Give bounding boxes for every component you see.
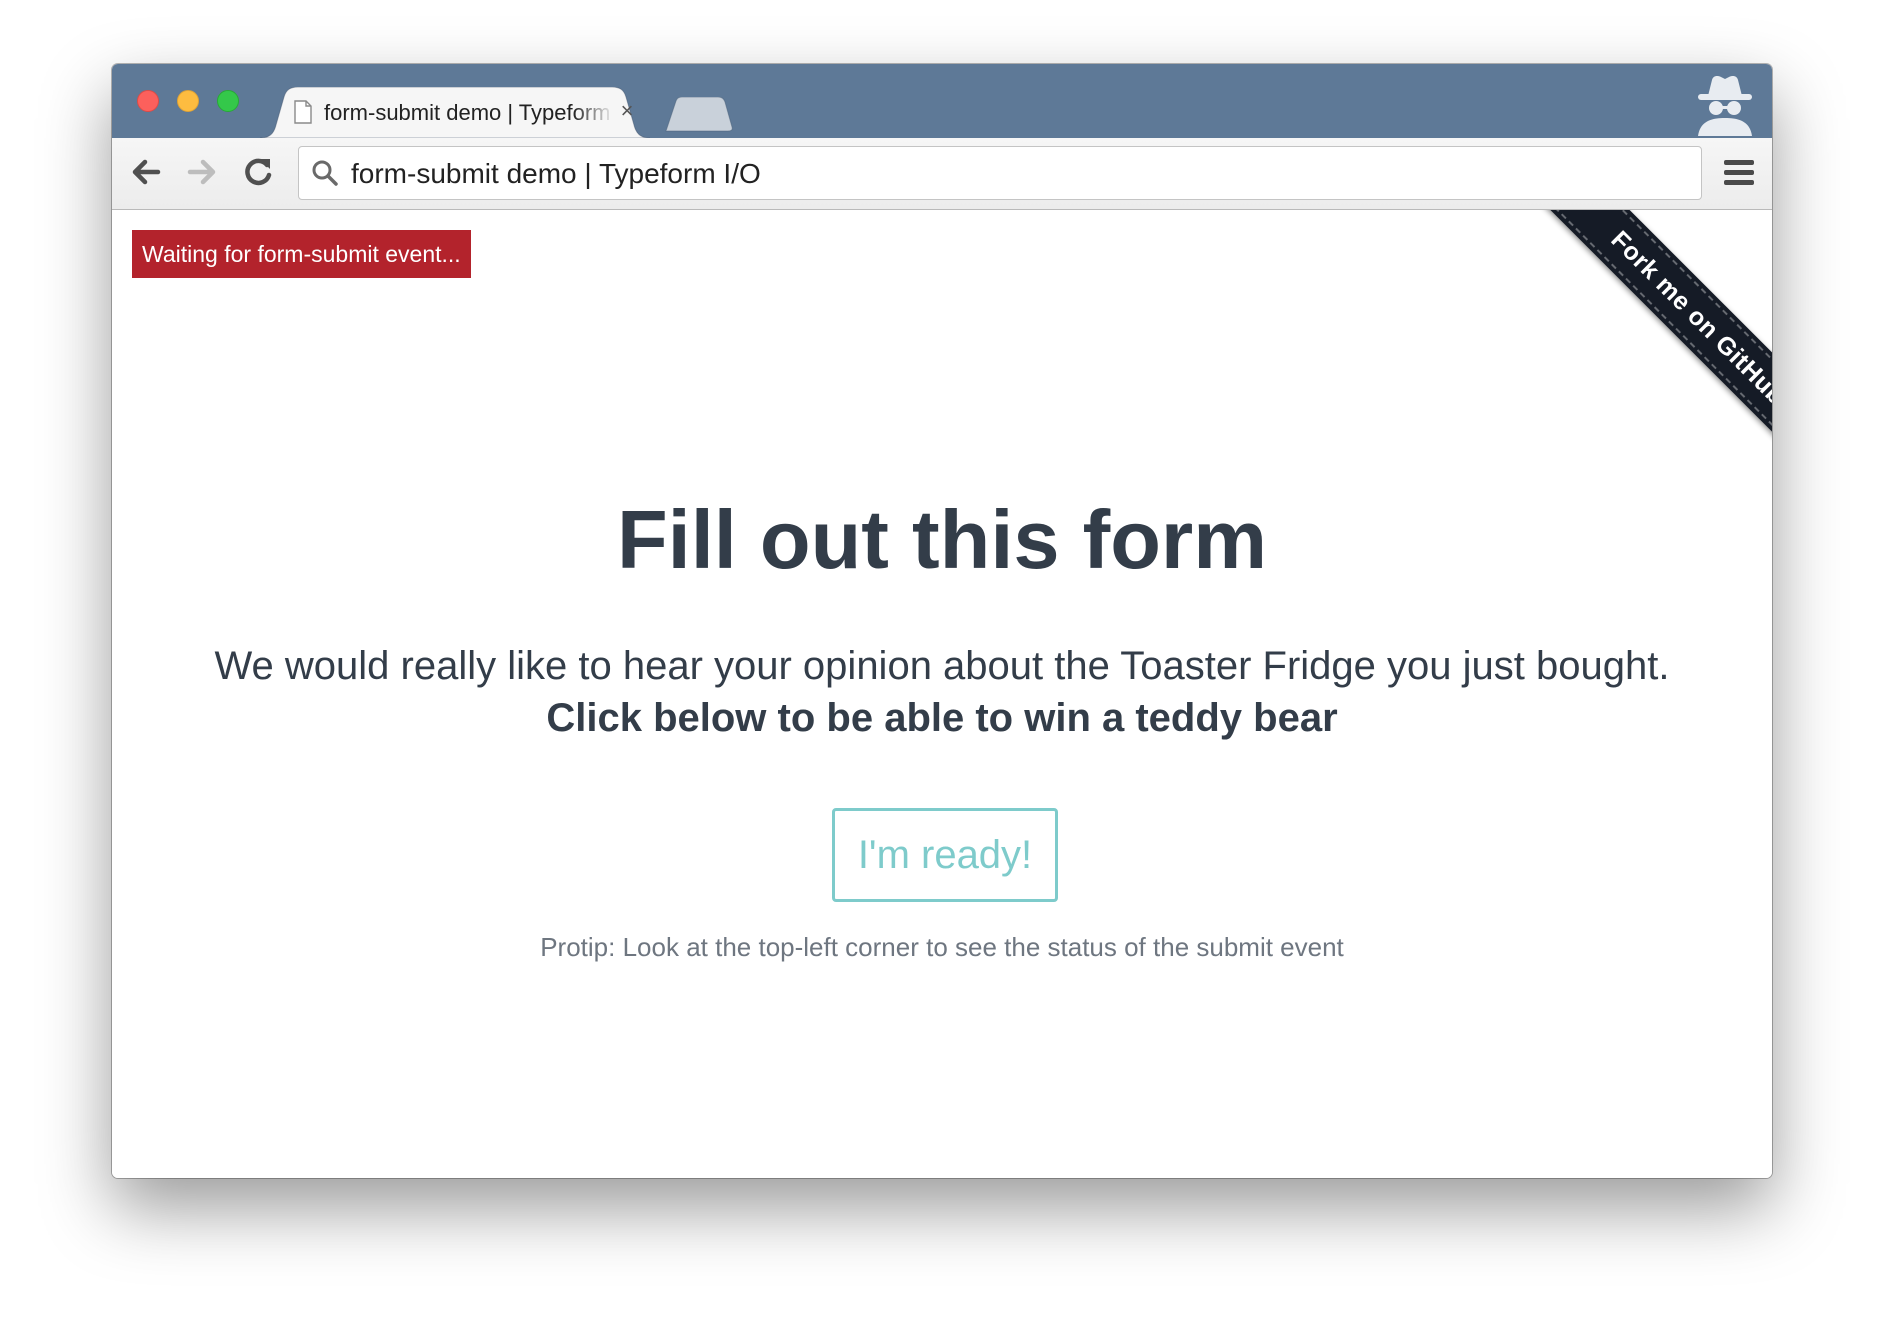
page-title: Fill out this form — [616, 493, 1268, 586]
arrow-left-icon — [132, 159, 161, 185]
incognito-icon — [1690, 72, 1760, 136]
fork-me-ribbon[interactable]: Fork me on GitHub — [1543, 210, 1772, 473]
browser-toolbar: form-submit demo | Typeform I/O — [112, 138, 1772, 210]
address-bar[interactable]: form-submit demo | Typeform I/O — [298, 146, 1702, 200]
im-ready-button[interactable]: I'm ready! — [832, 808, 1058, 902]
github-ribbon-container: Fork me on GitHub — [1472, 210, 1772, 510]
page-icon — [294, 100, 312, 124]
search-icon — [311, 159, 339, 187]
browser-menu-button[interactable] — [1722, 154, 1756, 190]
intro-line: We would really like to hear your opinio… — [214, 644, 1670, 688]
back-button[interactable] — [126, 152, 166, 192]
page-viewport: Waiting for form-submit event... Fork me… — [112, 210, 1772, 1178]
title-bar: form-submit demo | Typeform I/O × — [112, 64, 1772, 138]
forward-button[interactable] — [182, 152, 222, 192]
status-badge: Waiting for form-submit event... — [132, 230, 471, 278]
tab-title: form-submit demo | Typeform I/O — [324, 100, 614, 125]
maximize-window-button[interactable] — [217, 90, 239, 112]
browser-window: form-submit demo | Typeform I/O × form-s… — [112, 64, 1772, 1178]
tab-active[interactable]: form-submit demo | Typeform I/O × — [260, 87, 650, 138]
tab-close-icon[interactable]: × — [616, 98, 638, 124]
reload-icon — [245, 158, 272, 186]
hamburger-menu-icon — [1724, 160, 1754, 185]
ribbon-label: Fork me on GitHub — [1605, 225, 1772, 411]
minimize-window-button[interactable] — [177, 90, 199, 112]
arrow-right-icon — [187, 159, 216, 185]
reload-button[interactable] — [238, 152, 278, 192]
address-bar-text: form-submit demo | Typeform I/O — [351, 158, 761, 189]
protip-text: Protip: Look at the top-left corner to s… — [540, 932, 1344, 962]
intro-text: We would really like to hear your opinio… — [112, 640, 1772, 744]
intro-bold-line: Click below to be able to win a teddy be… — [546, 696, 1338, 740]
close-window-button[interactable] — [137, 90, 159, 112]
new-tab-button[interactable] — [664, 96, 734, 133]
